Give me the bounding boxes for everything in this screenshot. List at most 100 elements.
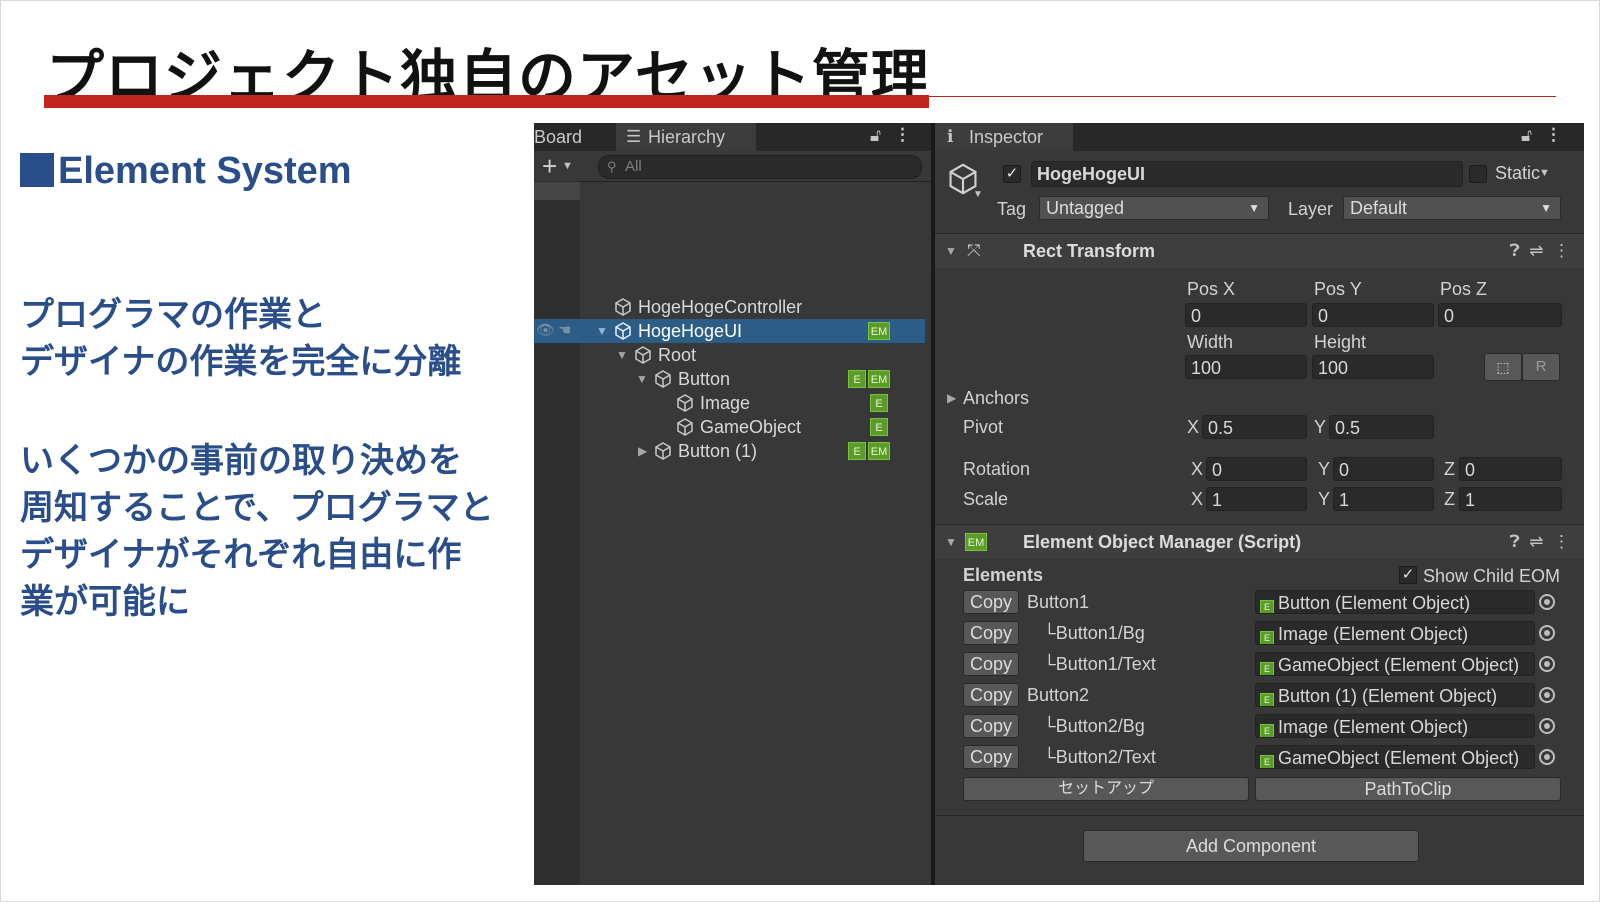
rotation-z-axis-label: Z — [1444, 459, 1455, 479]
lock-icon[interactable]: 🔓︎ — [1521, 126, 1532, 146]
hierarchy-row[interactable]: ▼ Button E EM — [534, 367, 925, 391]
kebab-menu-icon[interactable]: ⋮ — [894, 125, 911, 145]
rotation-y-field[interactable]: 0 — [1333, 457, 1434, 481]
element-object-icon: E — [1260, 724, 1274, 737]
fold-arrow-right-icon[interactable]: ▶ — [947, 391, 956, 405]
path-to-clip-button[interactable]: PathToClip — [1255, 777, 1561, 801]
element-object-field[interactable]: E Button (1) (Element Object) — [1255, 683, 1535, 707]
preset-icon[interactable]: ⇌ — [1529, 241, 1543, 260]
em-badge-icon: EM — [868, 322, 890, 340]
chevron-down-icon[interactable]: ▼ — [562, 151, 573, 181]
element-object-ref: Image (Element Object) — [1278, 717, 1469, 737]
em-badge-icon: EM — [868, 442, 890, 460]
hierarchy-row[interactable]: ▶ Button (1) E EM — [534, 439, 925, 463]
add-create-icon[interactable]: + — [542, 151, 557, 181]
copy-button[interactable]: Copy — [963, 621, 1019, 645]
tab-inspector[interactable]: ℹ Inspector — [935, 123, 1073, 151]
rect-transform-header[interactable]: ▼ ⤧ Rect Transform ❓︎ ⇌ ⋮ — [935, 233, 1584, 268]
list-icon: ☰ — [626, 127, 642, 146]
element-object-field[interactable]: E GameObject (Element Object) — [1255, 745, 1535, 769]
pos-x-field[interactable]: 0 — [1185, 303, 1307, 327]
search-icon: ⚲ — [607, 159, 617, 174]
copy-button[interactable]: Copy — [963, 745, 1019, 769]
copy-button[interactable]: Copy — [963, 714, 1019, 738]
element-object-ref: Button (Element Object) — [1278, 593, 1471, 613]
static-checkbox[interactable] — [1469, 165, 1487, 183]
help-icon[interactable]: ❓︎ — [1510, 241, 1520, 260]
pivot-y-axis-label: Y — [1314, 417, 1327, 437]
hierarchy-row-label: Button — [678, 369, 731, 389]
fold-arrow-right-icon[interactable]: ▶ — [638, 439, 647, 463]
add-component-button[interactable]: Add Component — [1083, 830, 1419, 862]
element-object-manager-header[interactable]: ▼ EM Element Object Manager (Script) ❓︎ … — [935, 524, 1584, 559]
show-child-eom-checkbox[interactable]: ✓ — [1399, 566, 1417, 584]
object-picker-icon[interactable] — [1539, 594, 1555, 610]
eye-visibility-icon[interactable]: 👁︎ — [536, 319, 555, 343]
raw-edit-button[interactable]: R — [1522, 353, 1560, 381]
object-name-field[interactable]: HogeHogeUI — [1031, 161, 1463, 187]
element-object-field[interactable]: E Button (Element Object) — [1255, 590, 1535, 614]
object-picker-icon[interactable] — [1539, 718, 1555, 734]
preset-icon[interactable]: ⇌ — [1529, 532, 1543, 551]
scale-z-field[interactable]: 1 — [1459, 487, 1562, 511]
hierarchy-row[interactable]: HogeHogeController — [534, 295, 925, 319]
anchors-label[interactable]: Anchors — [963, 388, 1029, 409]
object-picker-icon[interactable] — [1539, 687, 1555, 703]
layer-dropdown[interactable]: Default ▼ — [1343, 196, 1561, 220]
fold-arrow-down-icon[interactable]: ▼ — [945, 525, 957, 559]
static-label: Static — [1495, 163, 1541, 183]
scale-x-field[interactable]: 1 — [1206, 487, 1307, 511]
active-checkbox[interactable]: ✓ — [1003, 165, 1021, 183]
element-object-field[interactable]: E Image (Element Object) — [1255, 621, 1535, 645]
kebab-menu-icon[interactable]: ⋮ — [1545, 125, 1562, 145]
pivot-y-field[interactable]: 0.5 — [1329, 415, 1434, 439]
tab-hierarchy[interactable]: ☰ Hierarchy — [616, 123, 756, 151]
hierarchy-search-input[interactable]: ⚲ All — [598, 155, 922, 179]
width-field[interactable]: 100 — [1185, 355, 1307, 379]
rotation-z-field[interactable]: 0 — [1459, 457, 1562, 481]
object-picker-icon[interactable] — [1539, 656, 1555, 672]
object-picker-icon[interactable] — [1539, 625, 1555, 641]
hierarchy-row[interactable]: GameObject E — [534, 415, 925, 439]
help-icon[interactable]: ❓︎ — [1510, 532, 1520, 551]
scale-y-field[interactable]: 1 — [1333, 487, 1434, 511]
scene-visibility-gutter — [534, 181, 580, 885]
copy-button[interactable]: Copy — [963, 652, 1019, 676]
hierarchy-row-selected[interactable]: 👁︎ ☚ ▼ HogeHogeUI EM — [534, 319, 925, 343]
square-bullet-icon — [20, 153, 54, 187]
pivot-x-field[interactable]: 0.5 — [1202, 415, 1307, 439]
hand-pickable-icon[interactable]: ☚ — [558, 319, 571, 343]
pos-z-field[interactable]: 0 — [1438, 303, 1562, 327]
lock-icon[interactable]: 🔓︎ — [870, 126, 881, 146]
pos-y-field[interactable]: 0 — [1312, 303, 1434, 327]
hierarchy-row[interactable]: ▼ Root — [534, 343, 925, 367]
fold-arrow-down-icon[interactable]: ▼ — [636, 367, 648, 391]
blueprint-mode-button[interactable]: ⬚ — [1484, 353, 1522, 381]
hierarchy-row-label: HogeHogeController — [638, 297, 803, 317]
chevron-down-icon[interactable]: ▼ — [973, 189, 983, 200]
copy-button[interactable]: Copy — [963, 683, 1019, 707]
scale-label: Scale — [963, 489, 1009, 509]
hierarchy-toolbar: + ▼ ⚲ All — [534, 151, 931, 182]
object-picker-icon[interactable] — [1539, 749, 1555, 765]
element-object-field[interactable]: E Image (Element Object) — [1255, 714, 1535, 738]
static-dropdown-icon[interactable]: ▼ — [1539, 167, 1550, 179]
fold-arrow-down-icon[interactable]: ▼ — [596, 319, 608, 343]
tab-board[interactable]: Board — [534, 123, 616, 151]
rect-transform-icon: ⤧ — [967, 241, 981, 260]
fold-arrow-down-icon[interactable]: ▼ — [945, 234, 957, 268]
tag-dropdown[interactable]: Untagged ▼ — [1039, 196, 1269, 220]
element-object-field[interactable]: E GameObject (Element Object) — [1255, 652, 1535, 676]
fold-arrow-down-icon[interactable]: ▼ — [616, 343, 628, 367]
kebab-menu-icon[interactable]: ⋮ — [1553, 241, 1570, 260]
height-field[interactable]: 100 — [1312, 355, 1434, 379]
rotation-y-axis-label: Y — [1318, 459, 1331, 479]
kebab-menu-icon[interactable]: ⋮ — [1553, 532, 1570, 551]
hierarchy-row[interactable]: Image E — [534, 391, 925, 415]
element-object-ref: GameObject (Element Object) — [1278, 655, 1520, 675]
hierarchy-row-label: Button (1) — [678, 441, 758, 461]
rotation-x-field[interactable]: 0 — [1206, 457, 1307, 481]
copy-button[interactable]: Copy — [963, 590, 1019, 614]
e-badge-icon: E — [870, 418, 888, 436]
setup-button[interactable]: セットアップ — [963, 777, 1249, 801]
